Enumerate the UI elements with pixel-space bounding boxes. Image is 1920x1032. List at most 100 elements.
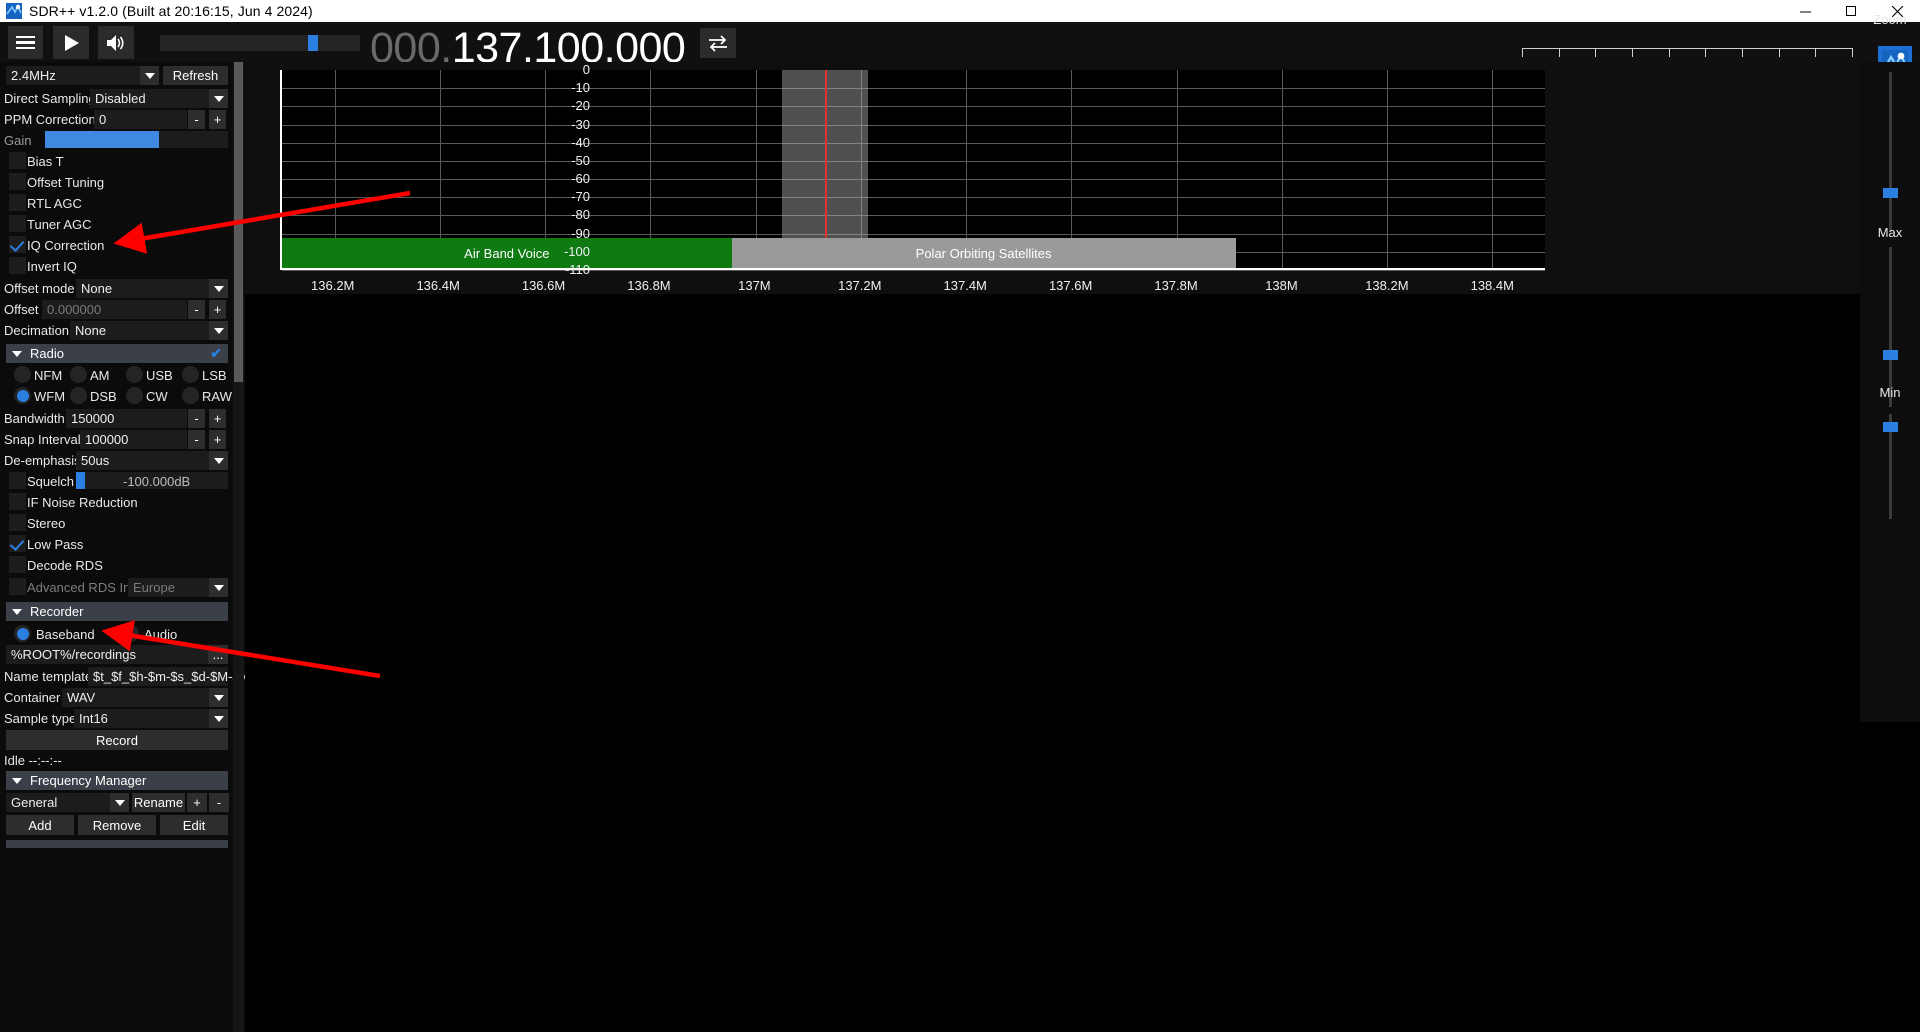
deemphasis-select[interactable]: 50us [76,451,210,470]
add-list-button[interactable]: + [187,793,207,812]
sidebar-scrollbar-thumb[interactable] [234,62,243,382]
snap-decrement-button[interactable]: - [188,430,205,449]
radio-mode-am[interactable] [70,366,87,383]
play-icon[interactable] [53,26,89,59]
radio-mode-usb[interactable] [126,366,143,383]
recorder-mode-baseband-radio[interactable] [14,625,31,642]
recording-path-input[interactable]: %ROOT%/recordings [6,645,208,664]
frequency-manager-section-header[interactable]: Frequency Manager [6,771,228,790]
hamburger-menu-icon[interactable] [8,26,43,59]
ppm-increment-button[interactable]: + [209,110,226,129]
min-slider-handle[interactable] [1883,350,1898,360]
rename-list-button[interactable]: Rename [132,793,185,812]
snap-interval-input[interactable]: 100000 [80,430,187,449]
bandwidth-increment-button[interactable]: + [209,409,226,428]
browse-path-button[interactable]: ... [208,645,228,664]
radio-collapse-caret-icon[interactable] [12,350,22,357]
spectrum-x-tick-label: 138.4M [1470,278,1514,293]
volume-slider-handle[interactable] [308,35,318,51]
radio-mode-dsb[interactable] [70,387,87,404]
minimize-button[interactable] [1782,0,1828,22]
spectrum-display[interactable]: Air Band Voice Polar Orbiting Satellites … [245,62,1860,294]
band-marker[interactable]: Air Band Voice [282,238,732,268]
frequency-list-chevron-down-icon[interactable] [110,793,129,812]
ppm-decrement-button[interactable]: - [188,110,205,129]
edit-bookmark-button[interactable]: Edit [160,815,228,835]
record-button[interactable]: Record [6,730,228,750]
recorder-collapse-caret-icon[interactable] [12,608,22,615]
checkbox-tuner-agc[interactable] [9,215,26,232]
gain-slider-track[interactable] [45,131,228,148]
direct-sampling-chevron-down-icon[interactable] [209,89,228,108]
radio-mode-raw[interactable] [182,387,199,404]
direct-sampling-select[interactable]: Disabled [90,89,210,108]
recorder-mode-audio-radio[interactable] [122,625,139,642]
spectrum-y-tick-label: -90 [571,225,590,241]
refresh-button[interactable]: Refresh [163,66,228,85]
recorder-section-header[interactable]: Recorder [6,602,228,621]
checkbox-iq-correction[interactable] [9,236,26,253]
swap-arrows-icon[interactable] [700,28,736,58]
zoom-tick [1595,48,1597,57]
radio-mode-cw[interactable] [126,387,143,404]
samplerate-chevron-down-icon[interactable] [140,66,159,85]
radio-mode-wfm[interactable] [14,387,31,404]
next-section-header-partial[interactable] [6,840,228,848]
max-slider-track[interactable] [1889,72,1892,232]
frequency-manager-collapse-caret-icon[interactable] [12,777,22,784]
checkbox-bias-t[interactable] [9,152,26,169]
bandwidth-input[interactable]: 150000 [66,409,187,428]
deemphasis-chevron-down-icon[interactable] [209,451,228,470]
radio-enabled-check-icon[interactable]: ✔ [210,345,222,362]
spectrum-y-tick-label: -110 [564,262,590,277]
volume-slider[interactable] [160,35,360,51]
decimation-select[interactable]: None [70,321,210,340]
offset-mode-label: Offset mode [4,281,75,296]
checkbox-invert-iq[interactable] [9,257,26,274]
checkbox-if-noise-reduction[interactable] [9,493,26,510]
spectrum-y-tick-label: -30 [571,116,590,132]
advanced-rds-select[interactable]: Europe [128,578,210,597]
offset-input[interactable]: 0.000000 [42,300,187,319]
ppm-correction-input[interactable]: 0 [94,110,187,129]
checkbox-stereo[interactable] [9,514,26,531]
advanced-rds-checkbox[interactable] [9,578,26,595]
band-marker[interactable]: Polar Orbiting Satellites [731,238,1236,268]
checkbox-offset-tuning[interactable] [9,173,26,190]
checkbox-low-pass[interactable] [9,535,26,552]
zoom-label: Zoom [1873,12,1907,27]
min-slider-track[interactable] [1889,247,1892,407]
sample-type-chevron-down-icon[interactable] [209,709,228,728]
sample-type-select[interactable]: Int16 [74,709,210,728]
offset-mode-select[interactable]: None [76,279,210,298]
bandwidth-decrement-button[interactable]: - [188,409,205,428]
checkbox-rtl-agc[interactable] [9,194,26,211]
zoom-tick [1815,48,1817,57]
offset-decrement-button[interactable]: - [188,300,205,319]
control-sidebar[interactable]: 2.4MHz Refresh Direct Sampling Disabled … [0,62,245,1032]
remove-list-button[interactable]: - [209,793,229,812]
decimation-chevron-down-icon[interactable] [209,321,228,340]
advanced-rds-chevron-down-icon[interactable] [209,578,228,597]
frequency-list-select[interactable]: General [6,793,114,812]
offset-increment-button[interactable]: + [209,300,226,319]
radio-mode-nfm[interactable] [14,366,31,383]
max-slider-handle[interactable] [1883,188,1898,198]
third-slider-handle[interactable] [1883,422,1898,432]
remove-bookmark-button[interactable]: Remove [78,815,156,835]
container-chevron-down-icon[interactable] [209,688,228,707]
radio-section-header[interactable]: Radio ✔ [6,344,228,363]
add-bookmark-button[interactable]: Add [6,815,74,835]
snap-increment-button[interactable]: + [209,430,226,449]
radio-mode-lsb[interactable] [182,366,199,383]
samplerate-select[interactable]: 2.4MHz [6,66,146,85]
speaker-icon[interactable] [98,26,134,59]
container-select[interactable]: WAV [62,688,210,707]
offset-mode-chevron-down-icon[interactable] [209,279,228,298]
squelch-slider-handle[interactable] [76,472,85,489]
sidebar-scrollbar[interactable] [233,62,244,1032]
checkbox-decode-rds[interactable] [9,556,26,573]
spectrum-plot-area[interactable]: Air Band Voice Polar Orbiting Satellites [280,70,1545,271]
squelch-checkbox[interactable] [9,472,26,489]
name-template-input[interactable]: $t_$f_$h-$m-$s_$d-$M-$y [88,667,245,686]
